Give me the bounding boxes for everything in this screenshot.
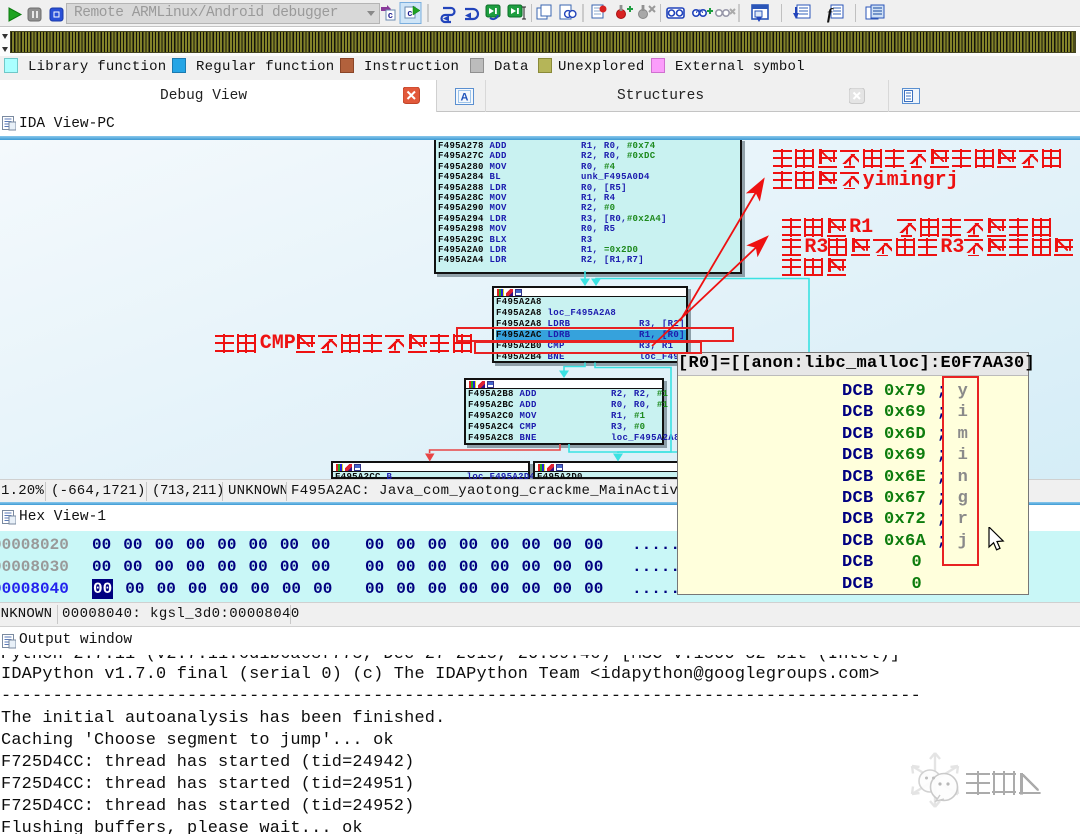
svg-text:c: c — [407, 9, 412, 19]
svg-text:c: c — [388, 11, 393, 21]
svg-text:A: A — [461, 92, 469, 104]
